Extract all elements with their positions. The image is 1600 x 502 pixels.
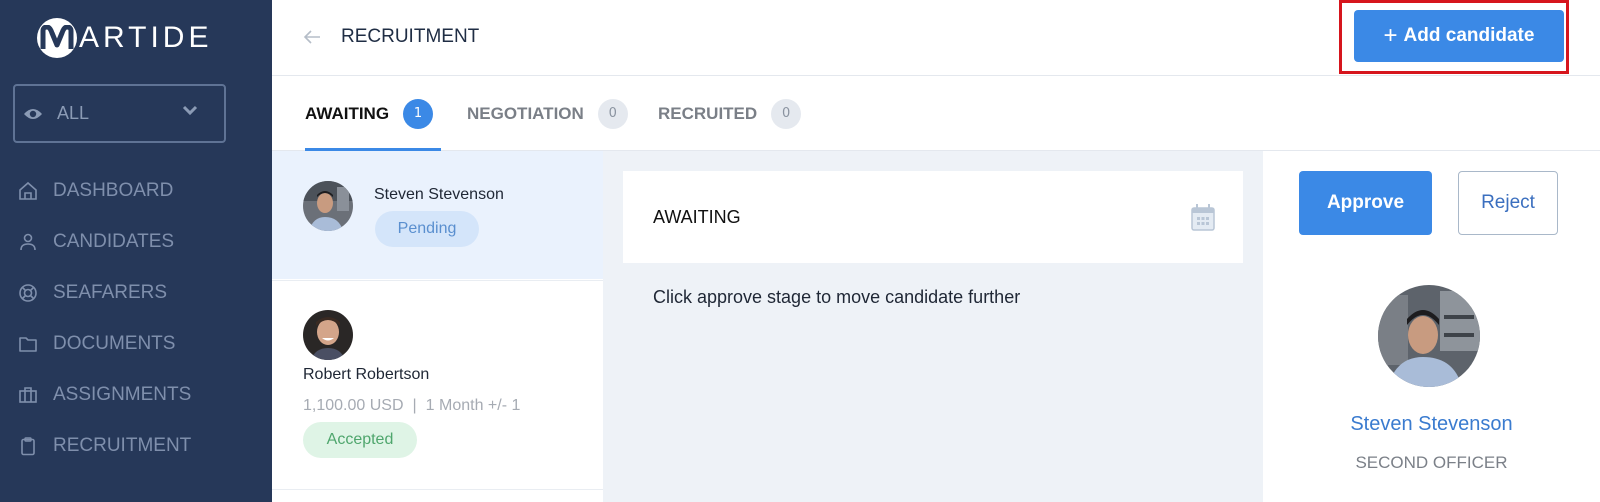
home-icon	[19, 181, 37, 200]
candidate-detail-role: SECOND OFFICER	[1355, 453, 1508, 472]
sidebar-item-label: DASHBOARD	[53, 179, 174, 201]
status-badge: Accepted	[303, 422, 417, 458]
sidebar-item-recruitment[interactable]: RECRUITMENT	[0, 420, 272, 471]
sidebar-item-label: RECRUITMENT	[53, 434, 192, 456]
avatar	[303, 310, 353, 360]
sidebar-item-dashboard[interactable]: DASHBOARD	[0, 165, 272, 216]
candidate-detail-name[interactable]: Steven Stevenson	[1263, 413, 1600, 436]
candidate-detail-panel: Approve Reject Steven Stevenson SECOND O…	[1263, 151, 1600, 502]
tab-label: RECRUITED	[658, 103, 758, 123]
user-icon	[20, 233, 36, 250]
stage-panel: AWAITING Click approve stage to move can…	[603, 151, 1263, 502]
avatar	[1378, 285, 1480, 387]
back-arrow-icon[interactable]	[302, 27, 322, 47]
sidebar-nav: DASHBOARD CANDIDATES SEAFARERS DOCUMENTS…	[0, 165, 272, 471]
reject-button[interactable]: Reject	[1458, 171, 1558, 235]
filter-value: ALL	[57, 103, 90, 123]
logo-text: ARTIDE	[79, 21, 213, 54]
logo[interactable]: ARTIDE	[37, 18, 212, 58]
tab-recruited[interactable]: RECRUITED 0	[658, 76, 802, 151]
folder-icon	[19, 336, 37, 352]
sidebar-item-label: CANDIDATES	[53, 230, 175, 252]
sidebar: ARTIDE ALL DASHBOARD CANDIDATES SEAFARER…	[0, 0, 272, 502]
sidebar-item-label: DOCUMENTS	[53, 332, 176, 354]
candidate-name: Robert Robertson	[303, 366, 430, 383]
sidebar-item-candidates[interactable]: CANDIDATES	[0, 216, 272, 267]
sidebar-item-documents[interactable]: DOCUMENTS	[0, 318, 272, 369]
lifebuoy-icon	[19, 283, 37, 302]
logo-mark-icon	[37, 18, 77, 58]
candidate-salary: 1,100.00 USD	[303, 397, 404, 414]
tab-count-badge: 0	[597, 98, 628, 129]
plus-icon: +	[1383, 22, 1398, 49]
candidate-list: Steven Stevenson Pending Robert Robertso…	[272, 151, 603, 502]
page-title: RECRUITMENT	[341, 26, 480, 47]
stage-tabs: AWAITING 1 NEGOTIATION 0 RECRUITED 0	[272, 76, 1600, 151]
candidate-list-item[interactable]: Steven Stevenson Pending	[272, 151, 603, 279]
meta-separator: |	[412, 397, 417, 414]
eye-icon	[24, 108, 42, 119]
chevron-down-icon	[182, 105, 198, 116]
tab-awaiting[interactable]: AWAITING 1	[305, 76, 441, 151]
tab-count-badge: 0	[771, 98, 802, 129]
calendar-icon[interactable]	[1191, 203, 1215, 231]
candidate-meta: 1,100.00 USD | 1 Month +/- 1	[303, 397, 520, 415]
add-candidate-button[interactable]: + Add candidate	[1354, 10, 1564, 62]
clipboard-icon	[21, 436, 35, 455]
sidebar-item-assignments[interactable]: ASSIGNMENTS	[0, 369, 272, 420]
stage-title: AWAITING	[653, 207, 741, 227]
tab-count-badge: 1	[403, 98, 434, 129]
add-candidate-label: Add candidate	[1403, 25, 1535, 46]
tab-label: NEGOTIATION	[467, 103, 584, 123]
tab-label: AWAITING	[305, 103, 390, 123]
page-header: RECRUITMENT + Add candidate	[272, 0, 1600, 76]
approve-button[interactable]: Approve	[1299, 171, 1432, 235]
candidate-list-item[interactable]: Robert Robertson 1,100.00 USD | 1 Month …	[272, 280, 603, 490]
tab-negotiation[interactable]: NEGOTIATION 0	[467, 76, 628, 151]
view-filter-select[interactable]: ALL	[13, 84, 226, 143]
sidebar-item-seafarers[interactable]: SEAFARERS	[0, 267, 272, 318]
sidebar-item-label: SEAFARERS	[53, 281, 168, 303]
sidebar-item-label: ASSIGNMENTS	[53, 383, 192, 405]
candidate-duration: 1 Month +/- 1	[425, 397, 521, 414]
briefcase-icon	[19, 386, 37, 403]
candidate-name: Steven Stevenson	[374, 186, 504, 203]
avatar	[303, 181, 353, 231]
status-badge: Pending	[375, 211, 479, 247]
stage-hint: Click approve stage to move candidate fu…	[653, 287, 1021, 307]
stage-card: AWAITING	[623, 171, 1243, 263]
